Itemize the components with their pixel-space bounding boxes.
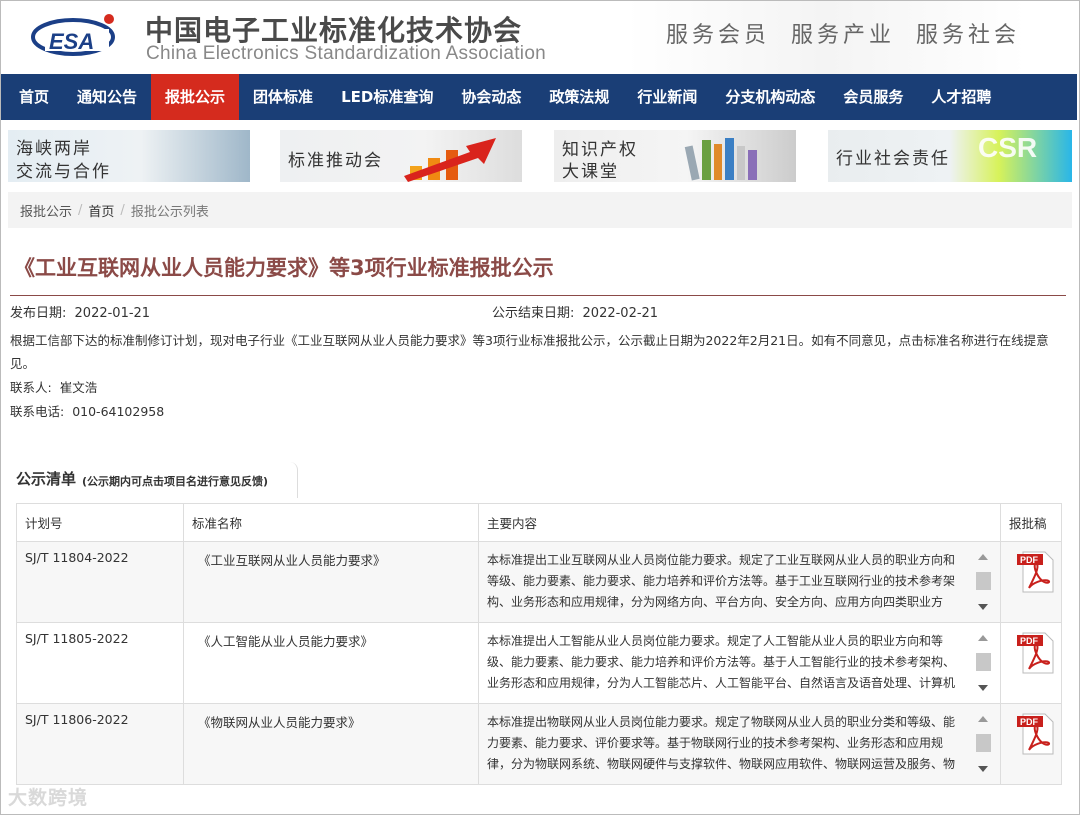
end-date: 公示结束日期: 2022-02-21: [492, 302, 658, 321]
content-scroll-box[interactable]: 本标准提出物联网从业人员岗位能力要求。规定了物联网从业人员的职业分类和等级、能力…: [487, 712, 992, 776]
announcement-description: 根据工信部下达的标准制修订计划，现对电子行业《工业互联网从业人员能力要求》等3项…: [10, 333, 1049, 371]
column-header-standard-name: 标准名称: [183, 503, 479, 542]
scroll-down-arrow-icon[interactable]: [978, 766, 988, 772]
content-scroll-box[interactable]: 本标准提出工业互联网从业人员岗位能力要求。规定了工业互联网从业人员的职业方向和等…: [487, 550, 992, 614]
publish-date: 发布日期: 2022-01-21: [10, 302, 150, 321]
banner-line: 交流与合作: [16, 162, 111, 182]
end-date-label: 公示结束日期:: [492, 306, 575, 321]
contact-person: 联系人: 崔文浩: [10, 377, 97, 396]
rising-bars-icon: [404, 138, 496, 182]
standard-name-link[interactable]: 《工业互联网从业人员能力要求》: [183, 541, 479, 623]
scrollbar[interactable]: [974, 631, 992, 695]
content-text: 本标准提出人工智能从业人员岗位能力要求。规定了人工智能从业人员的职业方向和等级、…: [487, 634, 956, 690]
content-text: 本标准提出工业互联网从业人员岗位能力要求。规定了工业互联网从业人员的职业方向和等…: [487, 553, 956, 609]
content-scroll-box[interactable]: 本标准提出人工智能从业人员岗位能力要求。规定了人工智能从业人员的职业方向和等级、…: [487, 631, 992, 695]
end-date-value: 2022-02-21: [582, 306, 659, 321]
nav-item-notices[interactable]: 通知公告: [63, 74, 151, 120]
breadcrumb-item[interactable]: 首页: [88, 201, 114, 220]
table-header-row: 计划号 标准名称 主要内容 报批稿: [16, 503, 1062, 542]
nav-item-recruitment[interactable]: 人才招聘: [917, 74, 1005, 120]
banner-line: 海峡两岸: [16, 139, 92, 159]
nav-item-group-standards[interactable]: 团体标准: [239, 74, 327, 120]
publish-date-value: 2022-01-21: [74, 306, 151, 321]
publish-date-label: 发布日期:: [10, 306, 67, 321]
draft-cell: PDF: [1000, 703, 1062, 785]
contact-label: 联系人:: [10, 380, 52, 395]
watermark: 大数跨境: [8, 783, 88, 810]
svg-text:ESA: ESA: [49, 29, 94, 54]
phone-value: 010-64102958: [72, 404, 165, 419]
slogan: 服务会员 服务产业 服务社会: [666, 23, 1020, 48]
plan-no-cell: SJ/T 11806-2022: [16, 703, 184, 785]
contact-name: 崔文浩: [59, 380, 98, 395]
title-divider: [10, 295, 1066, 296]
breadcrumb-separator: /: [78, 202, 83, 218]
column-header-plan-no: 计划号: [16, 503, 184, 542]
scrollbar[interactable]: [974, 712, 992, 776]
plan-no-cell: SJ/T 11805-2022: [16, 622, 184, 704]
breadcrumb-item: 报批公示列表: [130, 204, 209, 220]
scroll-down-arrow-icon[interactable]: [978, 604, 988, 610]
banner-line: 行业社会责任: [836, 149, 950, 169]
nav-item-industry-news[interactable]: 行业新闻: [623, 74, 711, 120]
banner-ip-classroom[interactable]: 知识产权 大课堂: [554, 130, 796, 182]
site-header: ESA 中国电子工业标准化技术协会 China Electronics Stan…: [1, 1, 1077, 74]
scroll-thumb[interactable]: [976, 572, 991, 590]
main-content-cell: 本标准提出工业互联网从业人员岗位能力要求。规定了工业互联网从业人员的职业方向和等…: [478, 541, 1001, 623]
main-content-cell: 本标准提出物联网从业人员岗位能力要求。规定了物联网从业人员的职业分类和等级、能力…: [478, 703, 1001, 785]
pdf-icon[interactable]: PDF: [1015, 631, 1057, 675]
column-header-draft: 报批稿: [1000, 503, 1062, 542]
column-header-main-content: 主要内容: [478, 503, 1001, 542]
list-header: 公示清单 (公示期内可点击项目名进行意见反馈): [8, 462, 1072, 498]
pdf-icon[interactable]: PDF: [1015, 550, 1057, 594]
main-content-cell: 本标准提出人工智能从业人员岗位能力要求。规定了人工智能从业人员的职业方向和等级、…: [478, 622, 1001, 704]
scrollbar[interactable]: [974, 550, 992, 614]
banner-line: 大课堂: [562, 162, 619, 182]
nav-item-association-news[interactable]: 协会动态: [447, 74, 535, 120]
list-title: 公示清单: [16, 470, 77, 488]
org-name-en: China Electronics Standardization Associ…: [146, 43, 547, 64]
banner-standard-promotion[interactable]: 标准推动会: [280, 130, 522, 182]
list-subtitle: (公示期内可点击项目名进行意见反馈): [82, 475, 269, 488]
scroll-up-arrow-icon[interactable]: [978, 716, 988, 722]
page-title: 《工业互联网从业人员能力要求》等3项行业标准报批公示: [14, 256, 554, 280]
scroll-thumb[interactable]: [976, 734, 991, 752]
nav-item-led-standards[interactable]: LED标准查询: [327, 74, 447, 120]
main-nav: 首页 通知公告 报批公示 团体标准 LED标准查询 协会动态 政策法规 行业新闻…: [1, 74, 1077, 120]
nav-item-approval-publicity[interactable]: 报批公示: [151, 74, 240, 120]
banner-cross-strait[interactable]: 海峡两岸 交流与合作: [8, 130, 250, 182]
nav-item-member-services[interactable]: 会员服务: [829, 74, 917, 120]
banner-social-responsibility[interactable]: 行业社会责任 CSR: [828, 130, 1072, 182]
watermark-text: 大数跨境: [8, 787, 89, 809]
standard-name-link[interactable]: 《人工智能从业人员能力要求》: [183, 622, 479, 704]
scroll-up-arrow-icon[interactable]: [978, 554, 988, 560]
scroll-down-arrow-icon[interactable]: [978, 685, 988, 691]
draft-cell: PDF: [1000, 541, 1062, 623]
nav-item-branch-news[interactable]: 分支机构动态: [711, 74, 829, 120]
table-row: SJ/T 11806-2022 《物联网从业人员能力要求》 本标准提出物联网从业…: [16, 703, 1062, 785]
books-icon: [684, 138, 757, 181]
breadcrumb-item[interactable]: 报批公示: [20, 201, 72, 220]
csr-logo: CSR: [978, 132, 1038, 163]
banner-line: 标准推动会: [288, 151, 383, 171]
scroll-up-arrow-icon[interactable]: [978, 635, 988, 641]
contact-phone: 联系电话: 010-64102958: [10, 401, 164, 420]
phone-label: 联系电话:: [10, 404, 65, 419]
banner-strip: 海峡两岸 交流与合作 标准推动会 知识产权 大课堂 行业社会责任 CSR: [8, 130, 1072, 182]
breadcrumb: 报批公示 / 首页 / 报批公示列表: [8, 192, 1072, 228]
esa-logo[interactable]: ESA: [27, 7, 123, 65]
content-text: 本标准提出物联网从业人员岗位能力要求。规定了物联网从业人员的职业分类和等级、能力…: [487, 715, 956, 771]
nav-item-policies[interactable]: 政策法规: [535, 74, 623, 120]
standards-table: 计划号 标准名称 主要内容 报批稿 SJ/T 11804-2022 《工业互联网…: [16, 503, 1062, 785]
pdf-icon[interactable]: PDF: [1015, 712, 1057, 756]
draft-cell: PDF: [1000, 622, 1062, 704]
table-row: SJ/T 11805-2022 《人工智能从业人员能力要求》 本标准提出人工智能…: [16, 622, 1062, 704]
plan-no-cell: SJ/T 11804-2022: [16, 541, 184, 623]
scroll-thumb[interactable]: [976, 653, 991, 671]
nav-item-home[interactable]: 首页: [1, 74, 63, 120]
standard-name-link[interactable]: 《物联网从业人员能力要求》: [183, 703, 479, 785]
breadcrumb-separator: /: [120, 202, 125, 218]
table-row: SJ/T 11804-2022 《工业互联网从业人员能力要求》 本标准提出工业互…: [16, 541, 1062, 623]
